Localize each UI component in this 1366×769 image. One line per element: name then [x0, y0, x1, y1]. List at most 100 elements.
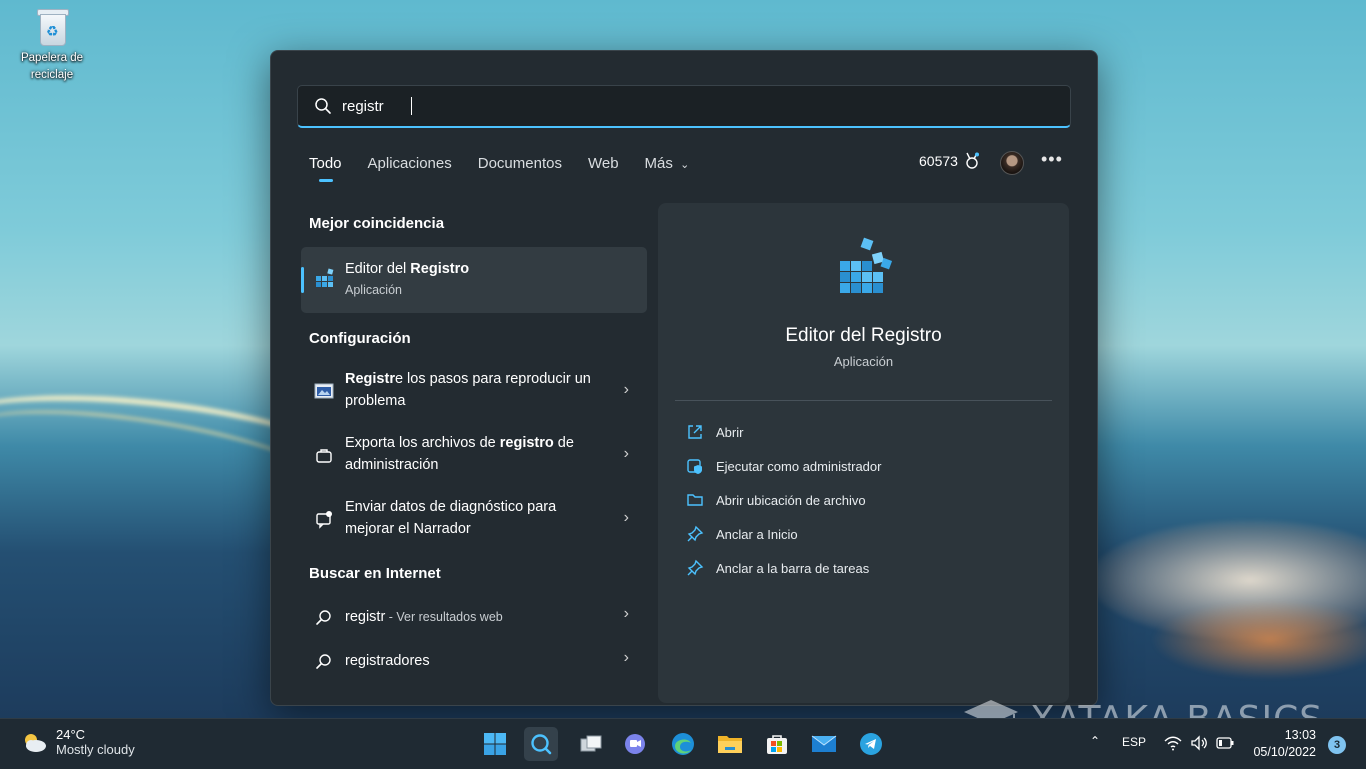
- weather-temperature: 24°C: [56, 727, 86, 742]
- chevron-right-icon: ›: [623, 509, 629, 526]
- teams-chat-button[interactable]: [619, 727, 653, 761]
- task-view-icon: [580, 735, 602, 752]
- divider: [675, 400, 1052, 401]
- desktop-icon-recycle-bin[interactable]: ♻ Papelera de reciclaje: [14, 6, 90, 84]
- weather-condition: Mostly cloudy: [56, 742, 135, 757]
- file-explorer-button[interactable]: [713, 727, 747, 761]
- more-options-icon[interactable]: •••: [1041, 149, 1063, 170]
- tab-aplicaciones[interactable]: Aplicaciones: [368, 155, 452, 178]
- action-label: Ejecutar como administrador: [716, 458, 882, 474]
- detail-pane: Editor del Registro Aplicación Abrir Eje…: [658, 203, 1069, 703]
- folder-icon: [687, 494, 703, 506]
- registry-editor-icon: [316, 268, 334, 287]
- tab-documentos[interactable]: Documentos: [478, 155, 562, 178]
- open-external-icon: [688, 425, 702, 439]
- windows-logo-icon: [484, 733, 506, 755]
- briefcase-icon: [316, 449, 332, 463]
- action-run-as-admin[interactable]: Ejecutar como administrador: [686, 457, 881, 475]
- registry-editor-icon: [840, 237, 893, 293]
- tab-mas[interactable]: Más ⌄: [645, 155, 690, 178]
- recycle-bin-icon: ♻: [35, 6, 69, 46]
- taskbar-search-button[interactable]: [524, 727, 558, 761]
- tray-overflow-chevron[interactable]: ⌃: [1090, 734, 1100, 748]
- section-title-settings: Configuración: [309, 330, 411, 347]
- action-label: Abrir: [716, 424, 744, 440]
- filter-tabs: Todo Aplicaciones Documentos Web Más ⌄: [309, 155, 690, 182]
- pin-icon: [687, 559, 704, 576]
- rewards-points[interactable]: 60573: [919, 152, 980, 170]
- action-pin-to-start[interactable]: Anclar a Inicio: [686, 525, 798, 543]
- mail-button[interactable]: [807, 727, 841, 761]
- edge-icon: [672, 733, 694, 755]
- edge-browser-button[interactable]: [666, 727, 700, 761]
- chevron-right-icon: ›: [623, 445, 629, 462]
- notification-badge[interactable]: 3: [1328, 736, 1346, 754]
- detail-subtitle: Aplicación: [833, 354, 894, 369]
- system-clock[interactable]: 13:03 05/10/2022: [1246, 727, 1316, 761]
- selection-indicator: [301, 267, 304, 293]
- desktop-light-glow: [1150, 600, 1366, 680]
- volume-icon[interactable]: [1190, 735, 1208, 751]
- wifi-icon[interactable]: [1164, 735, 1182, 751]
- search-panel: Todo Aplicaciones Documentos Web Más ⌄ 6…: [270, 50, 1098, 706]
- teams-chat-icon: [625, 734, 645, 754]
- chevron-right-icon: ›: [623, 381, 629, 398]
- language-indicator[interactable]: ESP: [1122, 735, 1146, 749]
- settings-item-label: Exporta los archivos de registro de admi…: [345, 435, 574, 473]
- web-result-label: registr - Ver resultados web: [345, 609, 503, 625]
- action-pin-to-taskbar[interactable]: Anclar a la barra de tareas: [686, 559, 869, 577]
- search-box[interactable]: [297, 85, 1071, 128]
- tab-mas-label: Más: [644, 155, 673, 172]
- taskbar: 24°C Mostly cloudy ⌃ ESP 13:03 05/10/202…: [0, 718, 1366, 769]
- rewards-points-value: 60573: [919, 153, 958, 169]
- tab-todo[interactable]: Todo: [309, 155, 342, 182]
- settings-item-label: Enviar datos de diagnóstico para mejorar…: [345, 499, 557, 537]
- best-match-name: Editor del Registro: [345, 261, 470, 277]
- section-title-web: Buscar en Internet: [309, 565, 441, 582]
- search-icon: [316, 610, 331, 625]
- clock-time: 13:03: [1284, 728, 1316, 742]
- settings-item-export-registry[interactable]: Exporta los archivos de registro de admi…: [301, 427, 647, 487]
- action-open-file-location[interactable]: Abrir ubicación de archivo: [686, 491, 866, 509]
- tab-web[interactable]: Web: [588, 155, 619, 178]
- mail-icon: [811, 735, 837, 752]
- user-avatar[interactable]: [1000, 151, 1024, 175]
- section-title-best-match: Mejor coincidencia: [309, 215, 445, 232]
- settings-item-label: Registre los pasos para reproducir un pr…: [345, 371, 591, 409]
- steps-recorder-icon: [314, 383, 334, 399]
- text-cursor: [411, 97, 412, 115]
- chevron-right-icon: ›: [623, 649, 629, 666]
- clock-date: 05/10/2022: [1253, 745, 1316, 759]
- narrator-feedback-icon: [316, 511, 332, 529]
- search-input[interactable]: [340, 96, 1044, 116]
- microsoft-store-button[interactable]: [760, 727, 794, 761]
- pin-icon: [687, 525, 704, 542]
- best-match-item[interactable]: Editor del Registro Aplicación: [301, 247, 647, 313]
- web-result-registr[interactable]: registr - Ver resultados web ›: [301, 599, 647, 635]
- cloudy-weather-icon: [25, 734, 46, 752]
- web-result-registradores[interactable]: registradores ›: [301, 643, 647, 679]
- task-view-button[interactable]: [574, 727, 608, 761]
- telegram-button[interactable]: [854, 727, 888, 761]
- detail-title: Editor del Registro: [785, 325, 942, 346]
- folder-icon: [718, 736, 742, 753]
- start-button[interactable]: [478, 727, 512, 761]
- chevron-right-icon: ›: [623, 605, 629, 622]
- action-label: Anclar a Inicio: [716, 526, 798, 542]
- settings-item-steps-recorder[interactable]: Registre los pasos para reproducir un pr…: [301, 363, 647, 423]
- web-result-label: registradores: [345, 653, 430, 669]
- telegram-icon: [860, 733, 882, 755]
- shield-admin-icon: [687, 459, 702, 474]
- weather-widget[interactable]: 24°C Mostly cloudy: [20, 727, 135, 757]
- search-icon: [531, 734, 552, 755]
- settings-item-narrator-diagnostics[interactable]: Enviar datos de diagnóstico para mejorar…: [301, 491, 647, 551]
- chevron-down-icon: ⌄: [680, 159, 690, 171]
- rewards-medal-icon: [966, 152, 979, 169]
- store-icon: [767, 735, 787, 754]
- action-label: Anclar a la barra de tareas: [716, 560, 870, 576]
- action-open[interactable]: Abrir: [686, 423, 743, 441]
- battery-icon[interactable]: [1216, 737, 1234, 749]
- search-icon: [315, 98, 331, 114]
- recycle-bin-label: Papelera de reciclaje: [20, 52, 84, 81]
- best-match-type: Aplicación: [345, 283, 402, 297]
